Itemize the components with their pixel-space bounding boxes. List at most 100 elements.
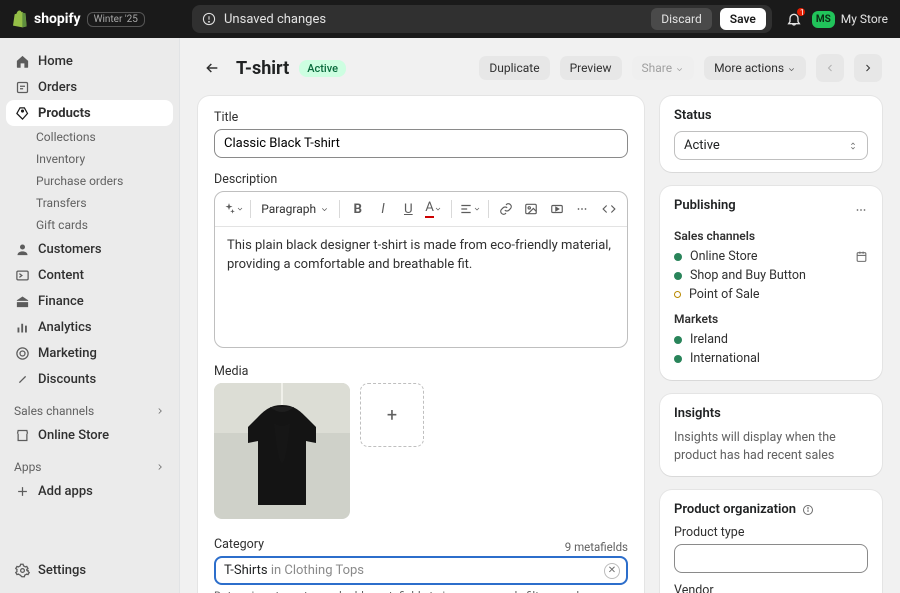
dots-icon bbox=[854, 203, 868, 217]
market-ireland: Ireland bbox=[674, 330, 868, 349]
calendar-icon[interactable] bbox=[855, 250, 868, 263]
nav-products[interactable]: Products bbox=[6, 100, 173, 126]
release-badge: Winter '25 bbox=[87, 12, 145, 27]
duplicate-button[interactable]: Duplicate bbox=[479, 56, 549, 80]
rte-link-button[interactable] bbox=[495, 197, 518, 221]
media-thumbnail[interactable] bbox=[214, 383, 350, 519]
category-input[interactable]: T-Shirts in Clothing Tops bbox=[214, 556, 628, 585]
publishing-menu-button[interactable] bbox=[854, 203, 868, 217]
publishing-card: Publishing Sales channels Online Store S… bbox=[660, 186, 882, 380]
link-icon bbox=[499, 202, 513, 216]
chevron-down-icon bbox=[236, 205, 244, 213]
more-actions-button[interactable]: More actions bbox=[704, 56, 806, 80]
nav-content[interactable]: Content bbox=[6, 262, 173, 288]
category-metafields[interactable]: 9 metafields bbox=[565, 540, 628, 554]
nav-marketing[interactable]: Marketing bbox=[6, 340, 173, 366]
rte-image-button[interactable] bbox=[520, 197, 543, 221]
status-select[interactable]: Active bbox=[674, 131, 868, 160]
add-media-button[interactable]: + bbox=[360, 383, 424, 447]
rte-align-button[interactable] bbox=[458, 197, 481, 221]
description-body[interactable]: This plain black designer t-shirt is mad… bbox=[215, 227, 627, 347]
brand-name: shopify bbox=[34, 11, 81, 27]
organization-card: Product organization Product type Vendor bbox=[660, 490, 882, 593]
nav-collections[interactable]: Collections bbox=[6, 126, 173, 148]
rte-ai-button[interactable] bbox=[221, 197, 244, 221]
channel-pos: Point of Sale bbox=[674, 285, 868, 304]
rte-italic-button[interactable]: I bbox=[371, 197, 394, 221]
rte-underline-button[interactable]: U bbox=[397, 197, 420, 221]
page-title: T-shirt bbox=[236, 58, 289, 79]
vendor-label: Vendor bbox=[674, 583, 868, 593]
nav-transfers[interactable]: Transfers bbox=[6, 192, 173, 214]
store-menu[interactable]: MS My Store bbox=[812, 11, 888, 28]
tshirt-image bbox=[214, 383, 350, 519]
discard-button[interactable]: Discard bbox=[651, 8, 712, 30]
product-type-label: Product type bbox=[674, 525, 868, 540]
status-heading: Status bbox=[674, 108, 868, 123]
nav-customers[interactable]: Customers bbox=[6, 236, 173, 262]
info-icon bbox=[202, 12, 216, 26]
sparkle-icon bbox=[222, 202, 236, 216]
insights-heading: Insights bbox=[674, 406, 868, 421]
next-product-button[interactable] bbox=[854, 54, 882, 82]
nav-settings[interactable]: Settings bbox=[6, 557, 173, 583]
arrow-left-icon bbox=[204, 60, 220, 76]
analytics-icon bbox=[14, 319, 30, 335]
rte-html-button[interactable] bbox=[598, 197, 621, 221]
chevron-left-icon bbox=[824, 62, 836, 74]
rte-video-button[interactable] bbox=[545, 197, 568, 221]
share-button: Share bbox=[632, 56, 695, 80]
store-avatar: MS bbox=[812, 11, 835, 28]
align-icon bbox=[459, 202, 473, 216]
chevron-right-icon bbox=[155, 406, 165, 416]
chevron-right-icon bbox=[862, 62, 874, 74]
unsaved-label: Unsaved changes bbox=[224, 12, 326, 27]
dots-icon bbox=[575, 202, 589, 216]
rte-editor: Paragraph B I U A bbox=[214, 191, 628, 348]
chevron-down-icon bbox=[434, 205, 442, 213]
nav-gift-cards[interactable]: Gift cards bbox=[6, 214, 173, 236]
code-icon bbox=[602, 202, 616, 216]
markets-heading: Markets bbox=[674, 312, 868, 326]
video-icon bbox=[550, 202, 564, 216]
rte-bold-button[interactable]: B bbox=[346, 197, 369, 221]
save-button[interactable]: Save bbox=[720, 8, 766, 30]
nav-discounts[interactable]: Discounts bbox=[6, 366, 173, 392]
rte-color-button[interactable]: A bbox=[422, 197, 445, 221]
nav-finance[interactable]: Finance bbox=[6, 288, 173, 314]
nav-group-sales-channels[interactable]: Sales channels bbox=[6, 398, 173, 422]
prev-product-button bbox=[816, 54, 844, 82]
chevron-down-icon bbox=[473, 205, 481, 213]
nav-purchase-orders[interactable]: Purchase orders bbox=[6, 170, 173, 192]
status-card: Status Active bbox=[660, 96, 882, 172]
rte-more-button[interactable] bbox=[570, 197, 593, 221]
chevron-down-icon bbox=[320, 205, 329, 214]
description-label: Description bbox=[214, 172, 628, 187]
back-button[interactable] bbox=[198, 54, 226, 82]
rte-paragraph-select[interactable]: Paragraph bbox=[257, 200, 333, 218]
plus-icon bbox=[14, 483, 30, 499]
channel-online-store: Online Store bbox=[674, 247, 868, 266]
unsaved-changes-bar: Unsaved changes Discard Save bbox=[192, 5, 772, 33]
category-label: Category bbox=[214, 537, 264, 552]
nav-online-store[interactable]: Online Store bbox=[6, 422, 173, 448]
preview-button[interactable]: Preview bbox=[560, 56, 622, 80]
nav-group-apps[interactable]: Apps bbox=[6, 454, 173, 478]
info-icon bbox=[802, 504, 814, 516]
image-icon bbox=[524, 202, 538, 216]
insights-body: Insights will display when the product h… bbox=[674, 429, 868, 464]
nav-analytics[interactable]: Analytics bbox=[6, 314, 173, 340]
title-input[interactable] bbox=[214, 129, 628, 158]
notifications-button[interactable]: 1 bbox=[786, 11, 802, 27]
nav-orders[interactable]: Orders bbox=[6, 74, 173, 100]
org-heading: Product organization bbox=[674, 502, 868, 517]
clear-category-button[interactable]: ✕ bbox=[604, 563, 620, 579]
nav-inventory[interactable]: Inventory bbox=[6, 148, 173, 170]
nav-home[interactable]: Home bbox=[6, 48, 173, 74]
nav-add-apps[interactable]: Add apps bbox=[6, 478, 173, 504]
home-icon bbox=[14, 53, 30, 69]
product-type-input[interactable] bbox=[674, 544, 868, 573]
store-icon bbox=[14, 427, 30, 443]
main-card: Title Description Paragraph B I U A bbox=[198, 96, 644, 593]
insights-card: Insights Insights will display when the … bbox=[660, 394, 882, 476]
